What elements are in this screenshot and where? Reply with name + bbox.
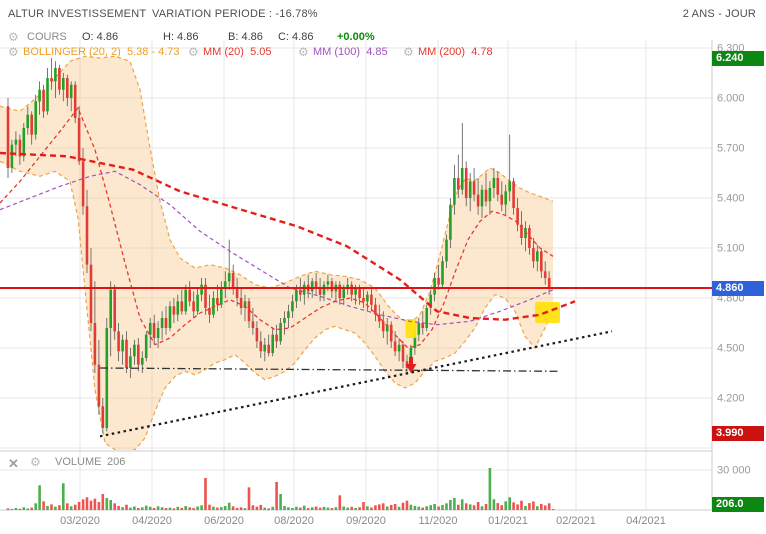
svg-text:11/2020: 11/2020 [419, 515, 458, 527]
cours-label: COURS [27, 31, 67, 43]
svg-text:01/2021: 01/2021 [488, 515, 528, 527]
svg-text:5.700: 5.700 [717, 143, 745, 155]
volume-badge: 206.0 [712, 497, 764, 512]
price-axis-labels: 6.3006.0005.7005.4005.1004.8004.5004.200… [717, 43, 751, 477]
mm20-legend: MM (20) 5.05 [203, 46, 272, 58]
bollinger-settings-gear-icon[interactable]: ⚙ [8, 46, 19, 58]
cours-close: C: 4.86 [278, 31, 314, 43]
volume-label: VOLUME [55, 456, 102, 468]
volume-value: 206 [107, 456, 126, 468]
time-axis-labels: 03/2020 04/2020 06/2020 08/2020 09/2020 11/20… [60, 515, 666, 527]
svg-text:06/2020: 06/2020 [204, 515, 244, 527]
cours-high: H: 4.86 [163, 31, 199, 43]
mm200-settings-gear-icon[interactable]: ⚙ [403, 46, 414, 58]
svg-text:08/2020: 08/2020 [274, 515, 314, 527]
svg-text:6.000: 6.000 [717, 93, 745, 105]
bollinger-legend: BOLLINGER (20, 2) 5.38 - 4.73 [23, 46, 180, 58]
svg-text:5.100: 5.100 [717, 243, 745, 255]
period-high-badge: 6.240 [712, 50, 764, 66]
last-price-badge: 4.860 [712, 280, 764, 296]
bollinger-band-fill [0, 56, 553, 450]
timeframe-label[interactable]: 2 ANS - JOUR [683, 8, 756, 20]
mm100-legend: MM (100) 4.85 [313, 46, 388, 58]
volume-settings-gear-icon[interactable]: ⚙ [30, 456, 41, 468]
instrument-title: ALTUR INVESTISSEMENT [8, 8, 147, 20]
cours-settings-gear-icon[interactable]: ⚙ [8, 31, 19, 43]
volume-bars [6, 468, 555, 510]
svg-text:4.500: 4.500 [717, 343, 745, 355]
svg-text:4.200: 4.200 [717, 393, 745, 405]
cours-low: B: 4.86 [228, 31, 263, 43]
mm20-settings-gear-icon[interactable]: ⚙ [188, 46, 199, 58]
svg-text:04/2020: 04/2020 [132, 515, 172, 527]
svg-text:03/2020: 03/2020 [60, 515, 100, 527]
svg-text:5.400: 5.400 [717, 193, 745, 205]
period-low-badge: 3.990 [712, 425, 764, 441]
svg-text:04/2021: 04/2021 [626, 515, 666, 527]
cours-change: +0.00% [337, 31, 375, 43]
volume-close-icon[interactable]: ✕ [8, 456, 19, 472]
svg-text:02/2021: 02/2021 [556, 515, 596, 527]
mm200-legend: MM (200) 4.78 [418, 46, 493, 58]
mm100-settings-gear-icon[interactable]: ⚙ [298, 46, 309, 58]
svg-text:30 000: 30 000 [717, 465, 751, 477]
svg-text:09/2020: 09/2020 [346, 515, 386, 527]
cours-open: O: 4.86 [82, 31, 119, 43]
chart-canvas[interactable]: 6.3006.0005.7005.4005.1004.8004.5004.200… [0, 0, 766, 534]
stock-chart-app: { "header": { "title": "ALTUR INVESTISSE… [0, 0, 766, 534]
period-variation: VARIATION PERIODE : -16.78% [152, 8, 318, 20]
